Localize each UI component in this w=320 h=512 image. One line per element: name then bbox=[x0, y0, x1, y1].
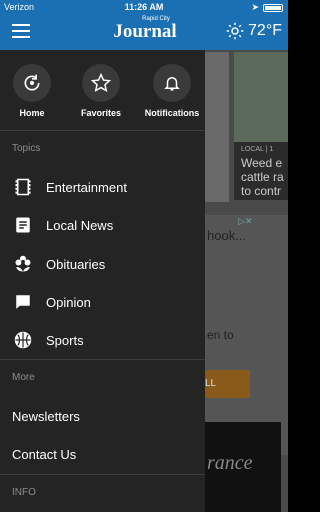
notifications-label: Notifications bbox=[144, 108, 200, 118]
bg-card bbox=[205, 52, 229, 202]
topics-heading: Topics bbox=[12, 143, 41, 154]
ball-icon bbox=[14, 331, 32, 349]
temperature: 72°F bbox=[248, 22, 282, 39]
document-icon bbox=[16, 217, 30, 233]
bg-headline: Weed e cattle ra to contr bbox=[241, 156, 284, 198]
topic-opinion[interactable]: Opinion bbox=[0, 283, 205, 321]
weather-widget[interactable]: 72°F bbox=[226, 22, 282, 40]
home-refresh-icon bbox=[24, 74, 40, 91]
divider bbox=[0, 474, 205, 475]
ad-choices-icon: ▷✕ bbox=[238, 216, 253, 226]
bg-ad-script: rance bbox=[207, 452, 253, 474]
notifications-button[interactable]: Notifications bbox=[142, 64, 202, 118]
menu-button[interactable] bbox=[12, 24, 30, 38]
topic-label: Sports bbox=[46, 332, 84, 348]
topic-label: Obituaries bbox=[46, 256, 106, 272]
app-logo[interactable]: Rapid City Journal bbox=[100, 16, 190, 41]
status-right: ➤ bbox=[251, 2, 283, 13]
speech-bubble-icon bbox=[16, 295, 30, 309]
divider bbox=[0, 359, 205, 360]
status-bar: Verizon 11:26 AM ➤ bbox=[0, 0, 288, 15]
topic-obituaries[interactable]: Obituaries bbox=[0, 245, 205, 283]
home-button[interactable]: Home bbox=[2, 64, 62, 118]
topic-local-news[interactable]: Local News bbox=[0, 206, 205, 244]
bg-photo bbox=[234, 52, 288, 142]
clock: 11:26 AM bbox=[124, 2, 164, 12]
menu-icon bbox=[12, 24, 30, 26]
flower-icon bbox=[15, 255, 31, 272]
location-icon: ➤ bbox=[251, 2, 259, 12]
bg-ad-text: hook... bbox=[207, 228, 247, 243]
topic-label: Local News bbox=[46, 217, 114, 233]
topic-sports[interactable]: Sports bbox=[0, 321, 205, 359]
more-heading: More bbox=[12, 372, 35, 383]
topic-label: Entertainment bbox=[46, 179, 127, 195]
contact-us-link[interactable]: Contact Us bbox=[12, 447, 76, 462]
navigation-drawer: Home Favorites Notifications Topics Ente… bbox=[0, 50, 205, 512]
film-icon bbox=[15, 178, 31, 196]
bg-tag: LOCAL | 1 bbox=[241, 146, 274, 153]
background-page: LOCAL | 1 Weed e cattle ra to contr ▷✕ h… bbox=[205, 50, 288, 512]
home-label: Home bbox=[19, 108, 45, 118]
quick-actions: Home Favorites Notifications bbox=[0, 50, 205, 130]
newsletters-link[interactable]: Newsletters bbox=[12, 409, 80, 424]
bg-ad-cta-text: LL bbox=[205, 378, 217, 389]
favorites-button[interactable]: Favorites bbox=[71, 64, 131, 118]
sun-icon bbox=[226, 22, 244, 40]
logo-text: Journal bbox=[113, 21, 177, 42]
divider bbox=[0, 130, 205, 131]
star-icon bbox=[91, 73, 111, 93]
bg-ad-text: en to bbox=[207, 328, 234, 342]
info-heading: INFO bbox=[12, 487, 36, 498]
bell-icon bbox=[164, 77, 180, 91]
topic-entertainment[interactable]: Entertainment bbox=[0, 168, 205, 206]
favorites-label: Favorites bbox=[80, 108, 122, 118]
battery-icon bbox=[263, 3, 283, 12]
topic-label: Opinion bbox=[46, 294, 91, 310]
app-header: Verizon 11:26 AM ➤ Rapid City Journal 72… bbox=[0, 0, 288, 50]
